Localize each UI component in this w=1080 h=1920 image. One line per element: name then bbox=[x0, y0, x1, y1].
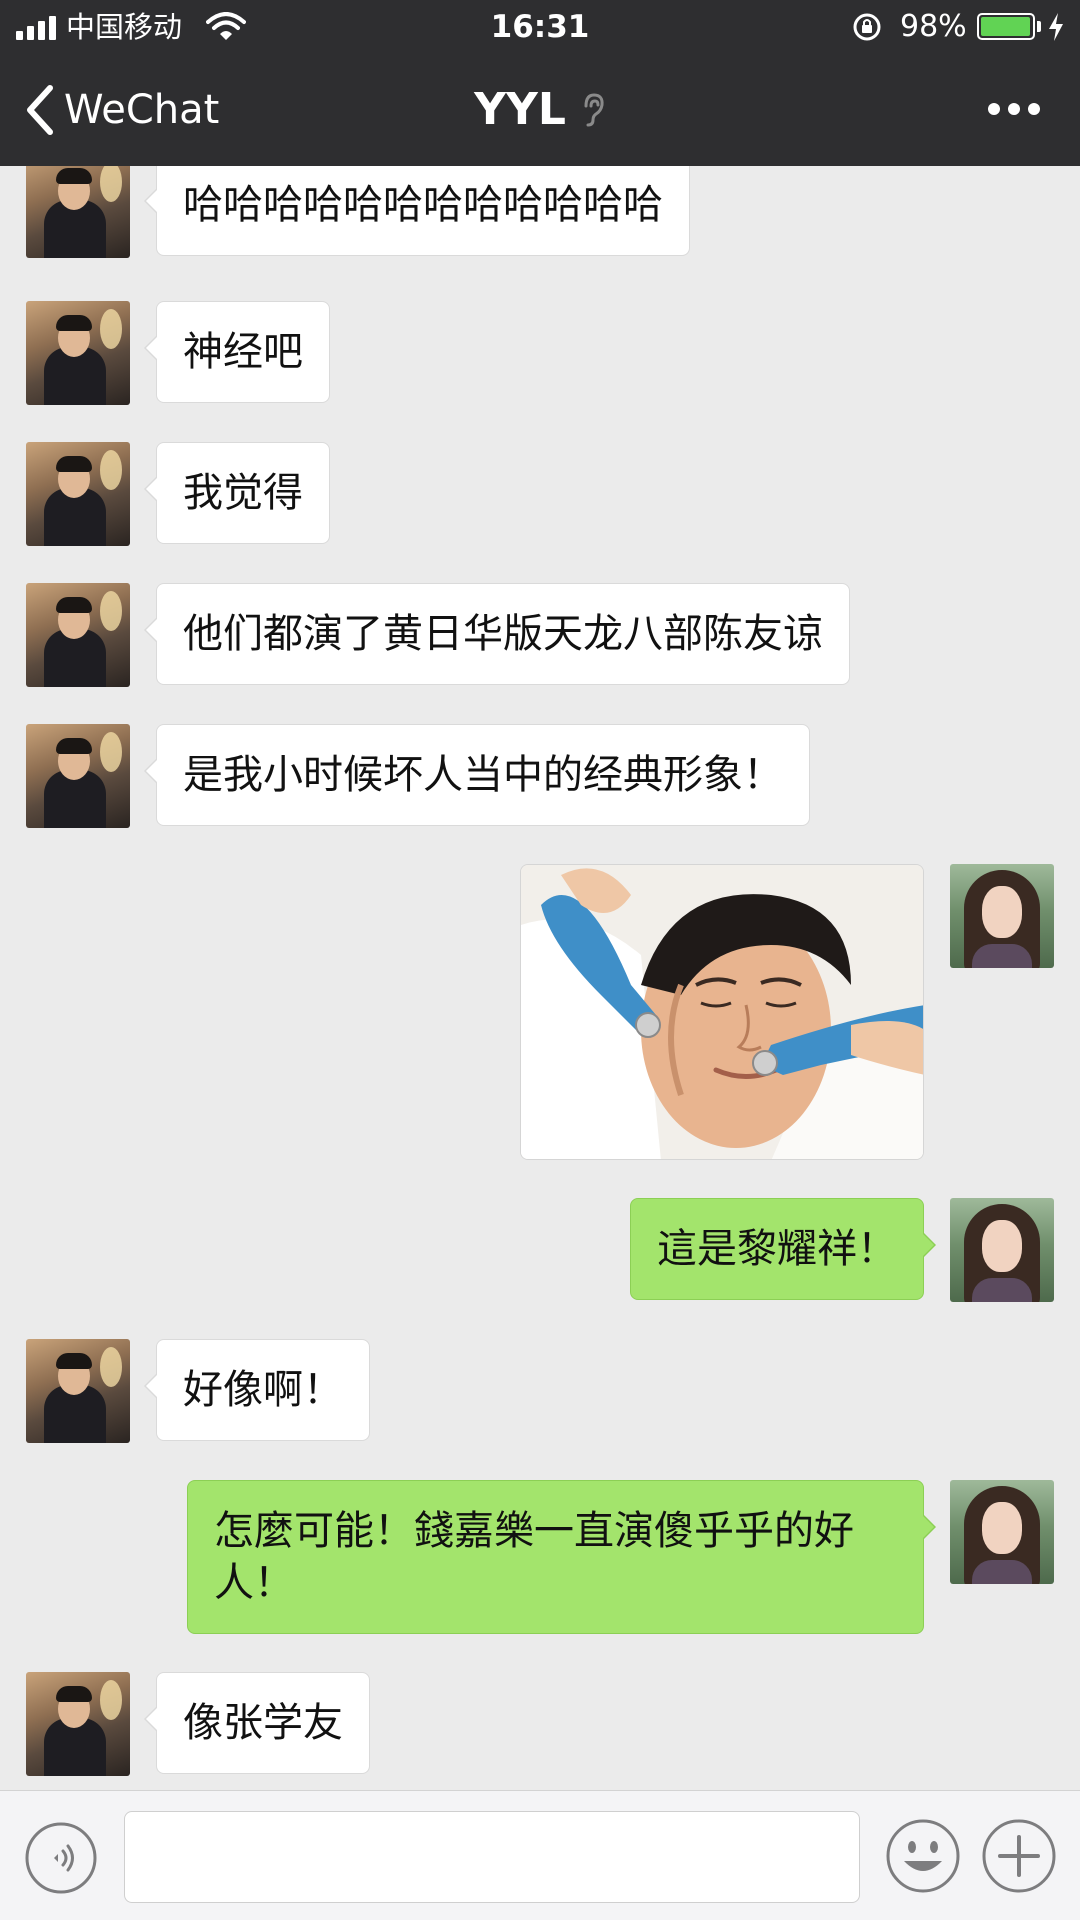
message-bubble[interactable]: 我觉得 bbox=[144, 442, 330, 544]
avatar[interactable] bbox=[26, 1672, 130, 1776]
chat-area[interactable]: 哈哈哈哈哈哈哈哈哈哈哈哈 神经吧 我觉得 他们都演了黄日华版天龙八部陈友谅 是我… bbox=[0, 166, 1080, 1790]
message-bubble[interactable]: 怎麼可能！錢嘉樂一直演傻乎乎的好人！ bbox=[187, 1480, 936, 1634]
avatar[interactable] bbox=[26, 1339, 130, 1443]
message-bubble[interactable]: 他们都演了黄日华版天龙八部陈友谅 bbox=[144, 583, 850, 685]
message-bubble[interactable]: 神经吧 bbox=[144, 301, 330, 403]
rotation-lock-icon bbox=[853, 13, 881, 41]
battery-cap bbox=[1037, 21, 1041, 32]
input-bar bbox=[0, 1790, 1080, 1920]
chat-title-text: YYL bbox=[474, 84, 566, 135]
image-message[interactable] bbox=[520, 864, 924, 1160]
emoji-icon[interactable] bbox=[884, 1817, 962, 1895]
avatar[interactable] bbox=[26, 583, 130, 687]
voice-icon[interactable] bbox=[24, 1821, 98, 1895]
battery-percent: 98% bbox=[900, 9, 967, 44]
more-icon[interactable] bbox=[984, 94, 1044, 124]
ear-icon bbox=[584, 93, 604, 127]
message-bubble[interactable]: 是我小时候坏人当中的经典形象！ bbox=[144, 724, 810, 826]
avatar[interactable] bbox=[950, 1480, 1054, 1584]
avatar[interactable] bbox=[26, 301, 130, 405]
message-bubble[interactable]: 這是黎耀祥！ bbox=[630, 1198, 936, 1300]
avatar[interactable] bbox=[26, 442, 130, 546]
avatar[interactable] bbox=[26, 724, 130, 828]
avatar[interactable] bbox=[950, 864, 1054, 968]
plus-icon[interactable] bbox=[980, 1817, 1058, 1895]
message-bubble[interactable]: 哈哈哈哈哈哈哈哈哈哈哈哈 bbox=[144, 166, 690, 256]
battery-icon bbox=[977, 13, 1035, 40]
avatar[interactable] bbox=[950, 1198, 1054, 1302]
message-bubble[interactable]: 像张学友 bbox=[144, 1672, 370, 1774]
avatar[interactable] bbox=[26, 166, 130, 258]
message-bubble[interactable]: 好像啊！ bbox=[144, 1339, 370, 1441]
charging-bolt-icon bbox=[1049, 13, 1063, 41]
top-bar: 中国移动 16:31 98% WeChat YYL bbox=[0, 0, 1080, 166]
facial-treatment-photo bbox=[521, 865, 923, 1159]
battery-fill bbox=[981, 17, 1030, 36]
nav-bar: WeChat YYL bbox=[0, 54, 1080, 166]
status-bar: 中国移动 16:31 98% bbox=[0, 0, 1080, 54]
chat-title: YYL bbox=[0, 82, 1080, 138]
message-input[interactable] bbox=[124, 1811, 860, 1903]
